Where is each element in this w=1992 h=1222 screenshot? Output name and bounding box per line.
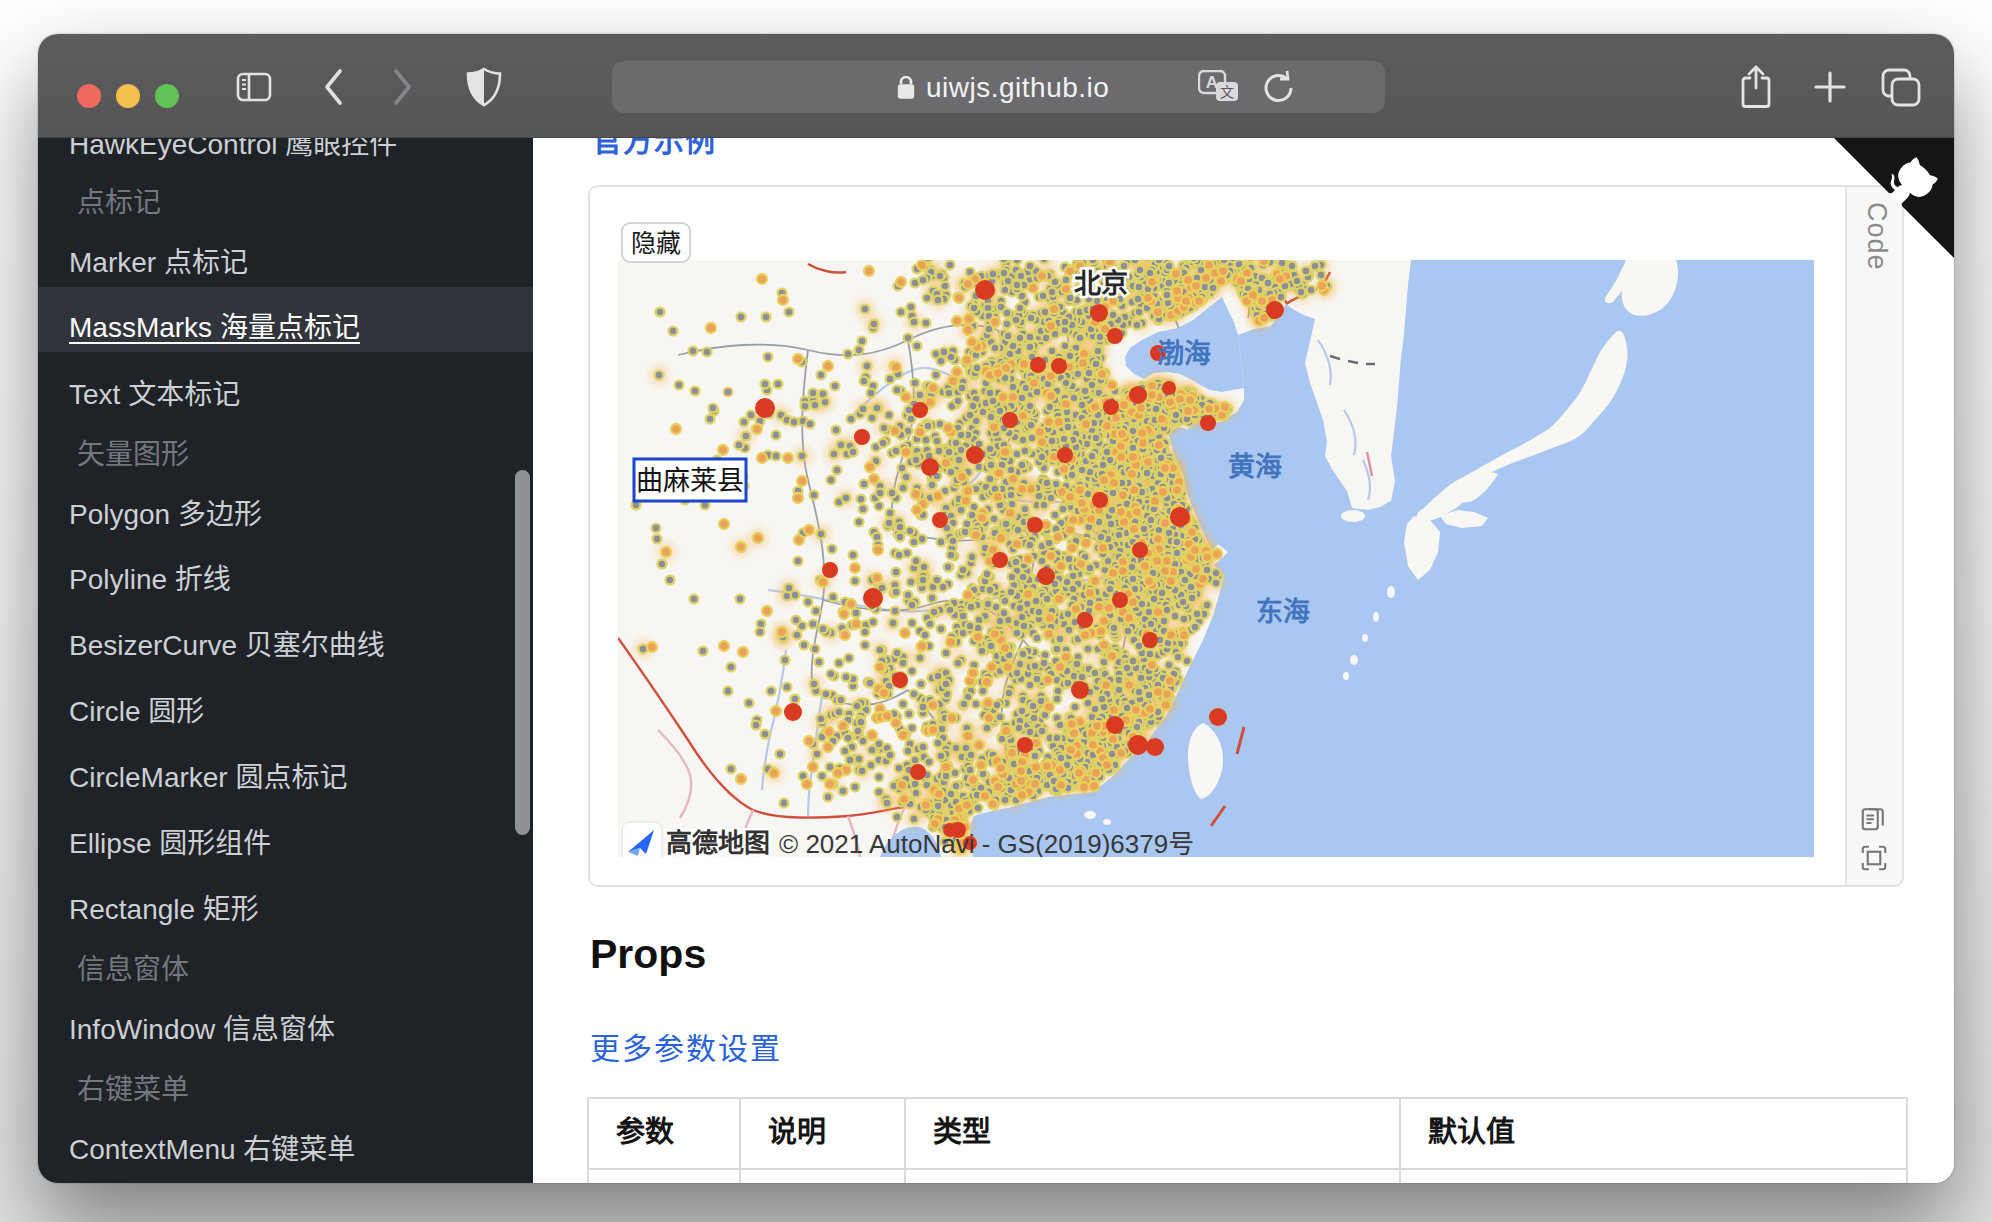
svg-text:高德地图: 高德地图 (666, 828, 770, 857)
svg-text:曲麻莱县: 曲麻莱县 (636, 466, 744, 496)
svg-text:黄海: 黄海 (1228, 452, 1282, 482)
svg-text:北京: 北京 (1074, 268, 1128, 299)
svg-text:渤海: 渤海 (1157, 339, 1211, 369)
svg-text:© 2021 AutoNavi - GS(2019)6379: © 2021 AutoNavi - GS(2019)6379号 (779, 829, 1194, 857)
svg-text:文: 文 (1220, 84, 1234, 100)
svg-text:东海: 东海 (1256, 596, 1310, 627)
